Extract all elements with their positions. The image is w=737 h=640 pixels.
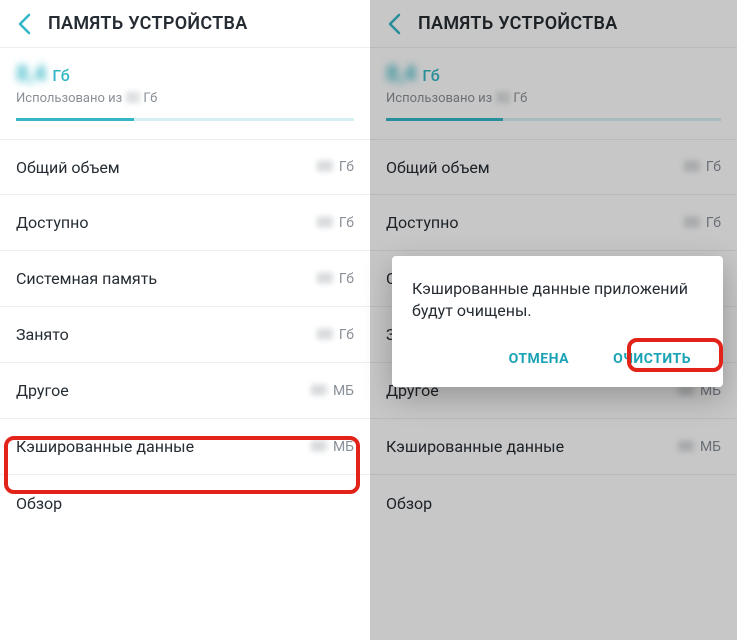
usage-sub-total: 32 (125, 91, 140, 106)
row-value: 00Гб (317, 159, 354, 175)
storage-summary: 8,4 Гб Использовано из 32 Гб (0, 48, 370, 129)
used-unit: Гб (52, 66, 69, 85)
row-label: Кэшированные данные (386, 437, 564, 456)
row-value: 00МБ (311, 439, 354, 455)
dialog-message: Кэшированные данные приложений будут очи… (412, 278, 703, 321)
row-value: 00МБ (678, 439, 721, 455)
page-title: ПАМЯТЬ УСТРОЙСТВА (48, 13, 248, 34)
usage-line: 8,4 Гб (16, 62, 354, 87)
clear-cache-dialog: Кэшированные данные приложений будут очи… (392, 256, 723, 387)
app-header: ПАМЯТЬ УСТРОЙСТВА (0, 0, 370, 48)
section-label: Обзор (16, 494, 62, 513)
confirm-clear-button[interactable]: ОЧИСТИТЬ (605, 345, 699, 373)
row-system[interactable]: Системная память 00Гб (0, 251, 370, 307)
usage-line: 8,4 Гб (386, 62, 721, 87)
chevron-left-icon (17, 13, 31, 35)
row-value: 00Гб (317, 327, 354, 343)
storage-progress-fill (386, 118, 503, 121)
usage-sub-total: 32 (495, 91, 510, 106)
chevron-left-icon (387, 13, 401, 35)
row-label: Доступно (16, 213, 88, 232)
row-available[interactable]: Доступно 00Гб (0, 195, 370, 251)
row-available[interactable]: Доступно 00Гб (370, 195, 737, 251)
row-total[interactable]: Общий объем 00Гб (0, 139, 370, 195)
storage-progress-bar (386, 118, 721, 121)
usage-sub-prefix: Использовано из (386, 91, 492, 106)
storage-summary: 8,4 Гб Использовано из 32 Гб (370, 48, 737, 129)
row-value: 00МБ (311, 383, 354, 399)
used-unit: Гб (422, 66, 439, 85)
used-amount: 8,4 (16, 62, 46, 87)
section-overview[interactable]: Обзор (0, 475, 370, 531)
row-label: Системная память (16, 269, 157, 288)
row-label: Общий объем (16, 158, 120, 177)
usage-sub-prefix: Использовано из (16, 91, 122, 106)
row-label: Доступно (386, 213, 458, 232)
screen-storage-dialog: ПАМЯТЬ УСТРОЙСТВА 8,4 Гб Использовано из… (370, 0, 737, 640)
dialog-actions: ОТМЕНА ОЧИСТИТЬ (412, 345, 703, 373)
usage-subtext: Использовано из 32 Гб (386, 91, 721, 106)
row-label: Другое (16, 381, 69, 400)
back-button[interactable] (380, 10, 408, 38)
screen-storage-settings: ПАМЯТЬ УСТРОЙСТВА 8,4 Гб Использовано из… (0, 0, 370, 640)
usage-sub-unit: Гб (143, 91, 157, 106)
row-used[interactable]: Занято 00Гб (0, 307, 370, 363)
row-other[interactable]: Другое 00МБ (0, 363, 370, 419)
storage-progress-bar (16, 118, 354, 121)
section-label: Обзор (386, 494, 432, 513)
row-value: 00Гб (684, 159, 721, 175)
row-label: Общий объем (386, 158, 490, 177)
page-title: ПАМЯТЬ УСТРОЙСТВА (418, 13, 618, 34)
cancel-button[interactable]: ОТМЕНА (501, 345, 577, 373)
used-amount: 8,4 (386, 62, 416, 87)
row-cached-data[interactable]: Кэшированные данные 00МБ (370, 419, 737, 475)
row-label: Кэшированные данные (16, 437, 194, 456)
back-button[interactable] (10, 10, 38, 38)
row-value: 00Гб (317, 215, 354, 231)
row-value: 00Гб (684, 215, 721, 231)
section-overview[interactable]: Обзор (370, 475, 737, 531)
storage-progress-fill (16, 118, 134, 121)
usage-subtext: Использовано из 32 Гб (16, 91, 354, 106)
app-header: ПАМЯТЬ УСТРОЙСТВА (370, 0, 737, 48)
row-total[interactable]: Общий объем 00Гб (370, 139, 737, 195)
row-cached-data[interactable]: Кэшированные данные 00МБ (0, 419, 370, 475)
row-label: Занято (16, 325, 69, 344)
row-value: 00Гб (317, 271, 354, 287)
storage-list: Общий объем 00Гб Доступно 00Гб Системная… (0, 139, 370, 475)
usage-sub-unit: Гб (513, 91, 527, 106)
